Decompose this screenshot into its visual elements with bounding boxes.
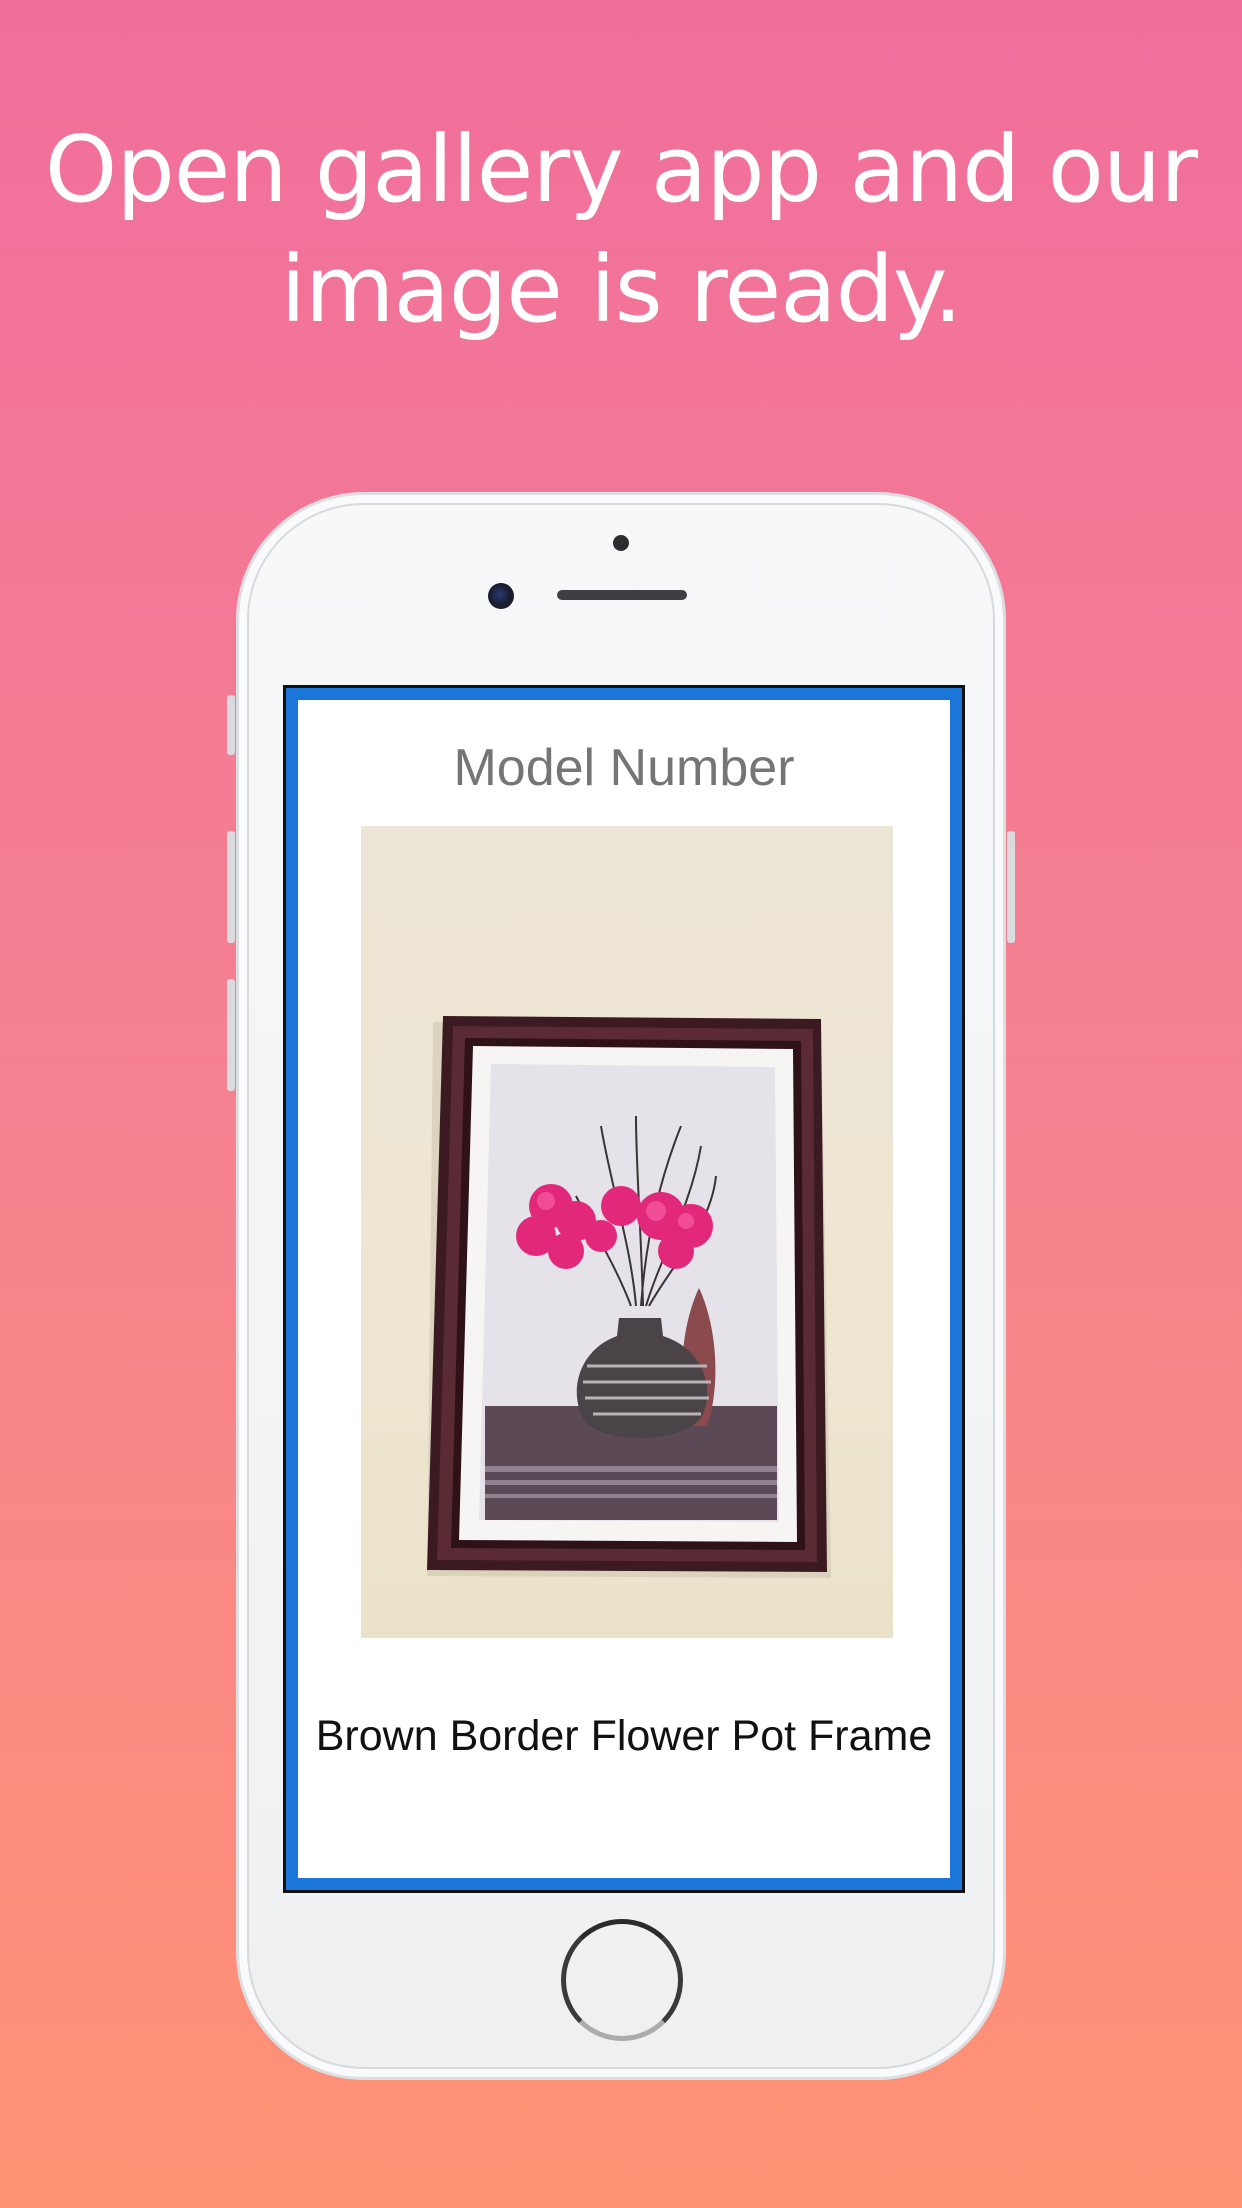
app-view: Model Number Brown Border Flower Pot Fra… [286,688,962,1890]
product-image[interactable] [361,826,893,1638]
headline-line-1: Open gallery app and our [44,116,1198,223]
phone-mockup: Model Number Brown Border Flower Pot Fra… [227,492,1015,2080]
power-button [1007,831,1015,943]
framed-flower-pot-picture [427,1016,831,1578]
page-title: Model Number [453,739,795,797]
product-caption: Brown Border Flower Pot Frame [315,1712,933,1760]
volume-down-button [227,979,235,1091]
mute-switch [227,695,235,755]
speaker-icon [557,590,687,600]
camera-icon [488,583,514,609]
proximity-sensor [613,535,629,551]
volume-up-button [227,831,235,943]
home-button-icon[interactable] [561,1919,683,2041]
headline-line-2: image is ready. [280,236,962,343]
headline: Open gallery app and our image is ready. [0,110,1242,350]
phone-screen: Model Number Brown Border Flower Pot Fra… [283,685,965,1893]
